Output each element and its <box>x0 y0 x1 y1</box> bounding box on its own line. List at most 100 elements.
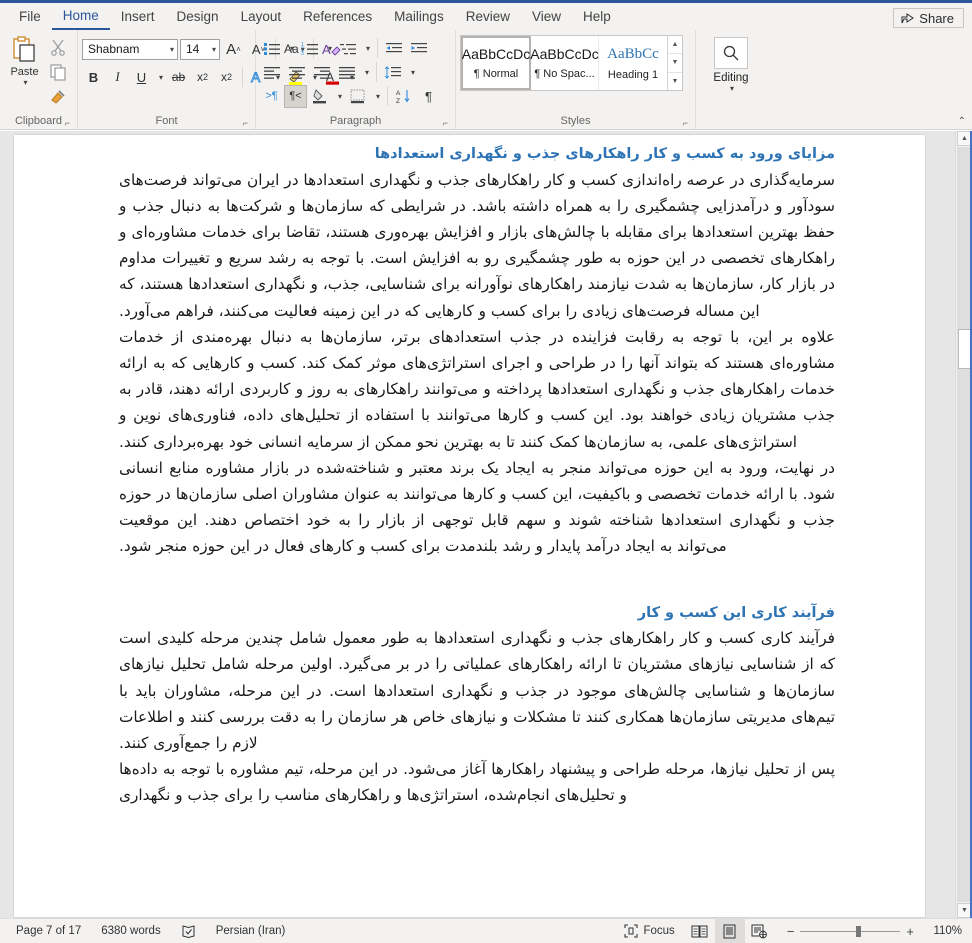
proofing-errors-icon[interactable] <box>171 924 206 939</box>
strikethrough-button[interactable]: ab <box>167 66 190 89</box>
page-content[interactable]: مزایای ورود به کسب و کار راهکارهای جذب و… <box>14 135 925 809</box>
tab-help[interactable]: Help <box>572 6 622 29</box>
numbering-dropdown-icon[interactable]: ▾ <box>323 37 335 60</box>
editing-button[interactable]: Editing ▾ <box>700 33 762 93</box>
underline-dropdown-icon[interactable]: ▾ <box>154 66 166 89</box>
zoom-level-label[interactable]: 110% <box>926 925 968 937</box>
format-painter-icon[interactable] <box>49 88 69 108</box>
ribbon-tab-strip: File Home Insert Design Layout Reference… <box>0 3 972 30</box>
borders-dropdown-icon[interactable]: ▾ <box>371 85 383 108</box>
shading-icon[interactable] <box>308 85 332 108</box>
zoom-out-button[interactable]: − <box>781 924 801 939</box>
show-formatting-marks-button[interactable]: ¶ <box>417 85 440 108</box>
styles-gallery: AaBbCcDc ¶ Normal AaBbCcDc ¶ No Spac... … <box>460 35 683 91</box>
bold-button[interactable]: B <box>82 66 105 89</box>
read-mode-icon[interactable] <box>685 919 715 943</box>
cut-icon[interactable] <box>49 38 69 58</box>
copy-icon[interactable] <box>49 63 69 83</box>
editing-chevron-down-icon[interactable]: ▾ <box>730 84 734 93</box>
paragraph-4: فرآیند کاری کسب و کار راهکارهای جذب و نگ… <box>119 629 835 752</box>
grow-font-button[interactable]: A ˄ <box>222 38 245 61</box>
paragraph-group-label: Paragraph ⌐ <box>329 115 448 128</box>
paragraph-5: پس از تحلیل نیازها، مرحله طراحی و پیشنها… <box>119 760 835 805</box>
font-size-input[interactable]: 14 ▾ <box>180 38 220 60</box>
bullets-dropdown-icon[interactable]: ▾ <box>285 37 297 60</box>
collapse-ribbon-icon[interactable]: ⌃ <box>958 116 966 127</box>
rtl-text-direction-button[interactable]: ¶< <box>284 84 307 108</box>
zoom-slider[interactable]: − + <box>781 924 920 939</box>
line-spacing-icon[interactable] <box>381 61 405 84</box>
style-name: ¶ Normal <box>473 68 519 80</box>
style-preview: AaBbCcDc <box>530 46 599 62</box>
styles-scroll-up-icon[interactable]: ▲ <box>668 36 682 55</box>
zoom-thumb[interactable] <box>856 925 862 937</box>
align-center-icon[interactable] <box>285 61 309 84</box>
language-status[interactable]: Persian (Iran) <box>206 925 296 937</box>
divider <box>377 38 379 58</box>
tab-insert[interactable]: Insert <box>110 6 166 29</box>
font-name-chevron-down-icon[interactable]: ▾ <box>170 45 174 54</box>
tab-home[interactable]: Home <box>51 5 110 30</box>
style-item-heading-1[interactable]: AaBbCc Heading 1 <box>599 36 667 90</box>
numbering-icon[interactable]: 1 2 3 <box>298 37 322 60</box>
ribbon-group-editing: Editing ▾ <box>696 30 766 129</box>
styles-dialog-launcher[interactable]: ⌐ <box>683 118 688 128</box>
styles-scrollbar[interactable]: ▲ ▼ ▼ <box>667 36 682 90</box>
share-button[interactable]: Share <box>893 8 964 28</box>
multilevel-list-icon[interactable] <box>336 37 360 60</box>
page-number-status[interactable]: Page 7 of 17 <box>6 925 91 937</box>
ribbon-group-styles: AaBbCcDc ¶ Normal AaBbCcDc ¶ No Spac... … <box>456 30 696 129</box>
subscript-button[interactable]: x2 <box>191 66 214 89</box>
tab-file[interactable]: File <box>8 6 52 29</box>
share-icon <box>901 12 915 25</box>
justify-dropdown-icon[interactable]: ▾ <box>360 61 372 84</box>
font-dialog-launcher[interactable]: ⌐ <box>243 118 248 128</box>
line-spacing-dropdown-icon[interactable]: ▾ <box>406 61 418 84</box>
zoom-in-button[interactable]: + <box>900 924 920 939</box>
underline-button[interactable]: U <box>130 66 153 89</box>
align-right-icon[interactable] <box>310 61 334 84</box>
paste-button[interactable]: Paste ▾ <box>4 33 45 87</box>
italic-button[interactable]: I <box>106 66 129 89</box>
word-count-status[interactable]: 6380 words <box>91 925 170 937</box>
increase-indent-icon[interactable] <box>407 37 431 60</box>
zoom-track[interactable] <box>800 925 901 937</box>
tab-design[interactable]: Design <box>166 6 230 29</box>
ribbon-group-clipboard: Paste ▾ Clipboard ⌐ <box>0 30 78 129</box>
sort-icon[interactable]: A Z <box>392 85 416 108</box>
search-icon <box>714 37 748 69</box>
tab-review[interactable]: Review <box>455 6 521 29</box>
heading-advantages: مزایای ورود به کسب و کار راهکارهای جذب و… <box>374 146 835 162</box>
status-bar: Page 7 of 17 6380 words Persian (Iran) F… <box>0 918 972 943</box>
paragraph-dialog-launcher[interactable]: ⌐ <box>443 118 448 128</box>
focus-mode-button[interactable]: Focus <box>614 924 684 938</box>
ribbon: Paste ▾ Clipboard ⌐ Shabnam ▾ 14 ▾ A ˄ A… <box>0 30 972 130</box>
print-layout-icon[interactable] <box>714 919 745 943</box>
tab-references[interactable]: References <box>292 6 383 29</box>
font-size-chevron-down-icon[interactable]: ▾ <box>212 45 216 54</box>
borders-icon[interactable] <box>346 85 370 108</box>
document-page[interactable]: مزایای ورود به کسب و کار راهکارهای جذب و… <box>14 135 925 917</box>
justify-icon[interactable] <box>335 61 359 84</box>
decrease-indent-icon[interactable] <box>382 37 406 60</box>
clipboard-dialog-launcher[interactable]: ⌐ <box>65 118 70 128</box>
styles-more-icon[interactable]: ▼ <box>668 73 682 90</box>
paste-icon <box>10 35 40 65</box>
tab-layout[interactable]: Layout <box>230 6 293 29</box>
bullets-icon[interactable] <box>260 37 284 60</box>
ltr-text-direction-button[interactable]: >¶ <box>260 85 283 108</box>
focus-label: Focus <box>643 925 675 937</box>
style-item-normal[interactable]: AaBbCcDc ¶ Normal <box>461 36 531 90</box>
font-name-input[interactable]: Shabnam ▾ <box>82 38 178 60</box>
tab-mailings[interactable]: Mailings <box>383 6 455 29</box>
shading-dropdown-icon[interactable]: ▾ <box>333 85 345 108</box>
align-left-icon[interactable] <box>260 61 284 84</box>
styles-scroll-down-icon[interactable]: ▼ <box>668 54 682 73</box>
multilevel-dropdown-icon[interactable]: ▾ <box>361 37 373 60</box>
tab-view[interactable]: View <box>521 6 572 29</box>
superscript-button[interactable]: x2 <box>215 66 238 89</box>
divider <box>387 86 389 106</box>
web-layout-icon[interactable] <box>745 919 775 943</box>
paste-dropdown-icon[interactable]: ▾ <box>24 78 28 87</box>
style-item-no-spacing[interactable]: AaBbCcDc ¶ No Spac... <box>530 36 599 90</box>
